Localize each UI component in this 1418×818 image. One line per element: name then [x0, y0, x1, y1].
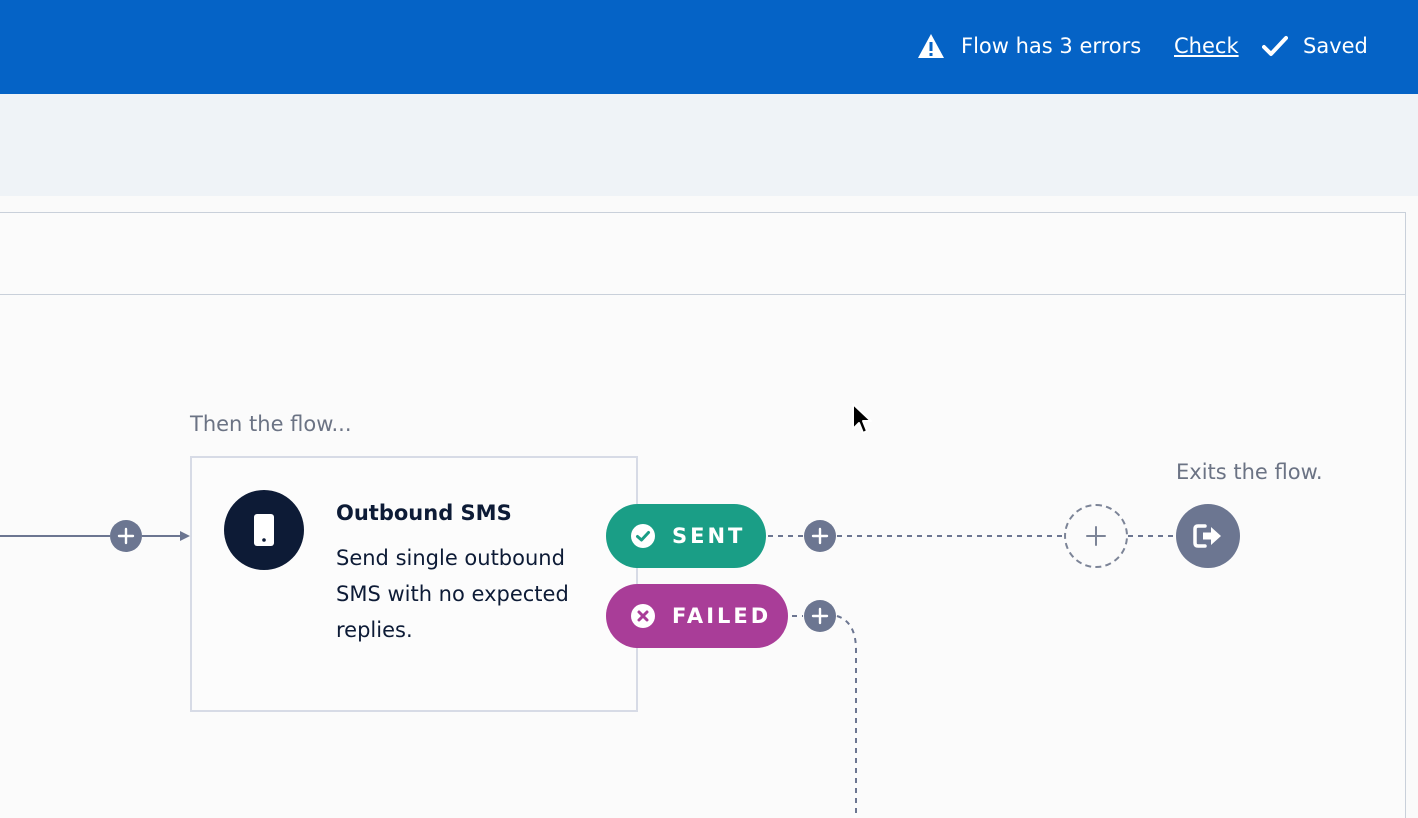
add-after-sent-button[interactable] [804, 520, 836, 552]
exits-label: Exits the flow. [1176, 460, 1323, 484]
phone-icon [254, 514, 274, 546]
plus-icon [811, 527, 829, 545]
add-after-failed-button[interactable] [804, 600, 836, 632]
failed-outcome[interactable]: FAILED [606, 584, 788, 648]
saved-status: Saved [1303, 34, 1368, 58]
top-bar: Flow has 3 errors Check Saved [0, 0, 1418, 94]
plus-icon [811, 607, 829, 625]
sent-label: SENT [672, 524, 746, 548]
sent-outcome[interactable]: SENT [606, 504, 766, 568]
plus-icon [1086, 526, 1106, 546]
node-icon-circle [224, 490, 304, 570]
outbound-sms-node[interactable]: Outbound SMS Send single outbound SMS wi… [190, 456, 638, 712]
add-step-placeholder[interactable] [1064, 504, 1128, 568]
sub-header [0, 94, 1418, 196]
failed-label: FAILED [672, 604, 772, 628]
mouse-cursor-icon [852, 403, 872, 434]
plus-icon [117, 527, 135, 545]
check-circle-icon [631, 524, 655, 548]
then-label: Then the flow... [190, 412, 352, 436]
error-status: Flow has 3 errors [961, 34, 1142, 58]
add-step-button[interactable] [110, 520, 142, 552]
exit-node [1176, 504, 1240, 568]
check-errors-link[interactable]: Check [1174, 30, 1239, 62]
node-description: Send single outbound SMS with no expecte… [336, 546, 569, 642]
panel-divider [0, 294, 1406, 295]
x-circle-icon [631, 604, 655, 628]
exit-icon [1193, 524, 1221, 548]
node-title: Outbound SMS [336, 501, 512, 525]
warning-icon [918, 34, 944, 58]
checkmark-icon [1262, 36, 1288, 56]
